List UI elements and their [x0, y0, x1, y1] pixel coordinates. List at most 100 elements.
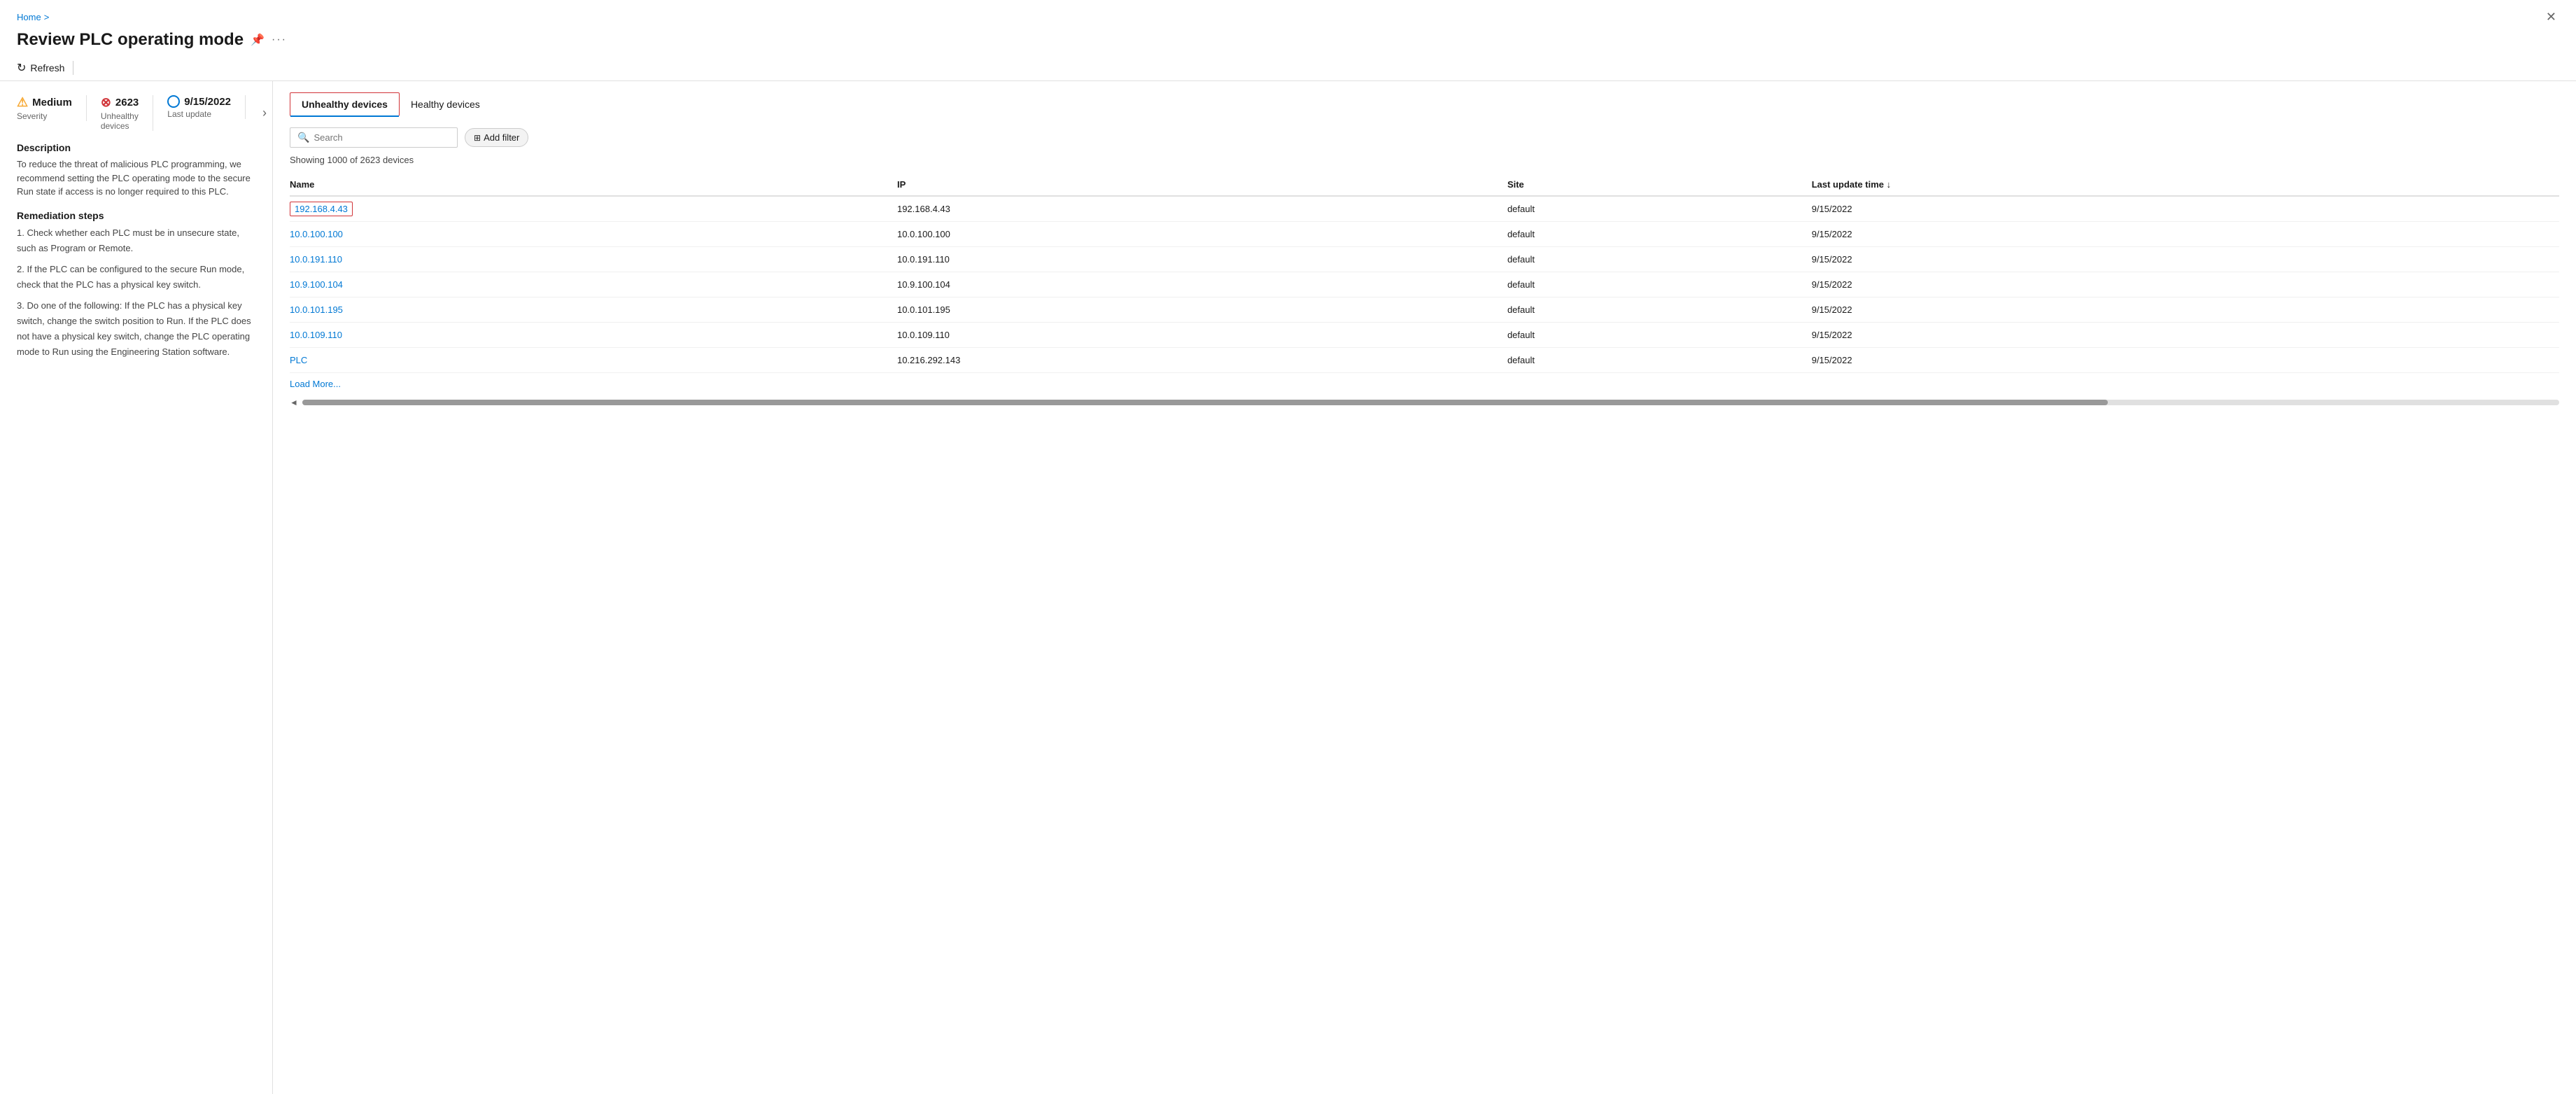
- last-update-item: 9/15/2022 Last update: [167, 95, 246, 119]
- device-name-link[interactable]: 10.0.101.195: [290, 304, 343, 315]
- left-panel: ⚠ Medium Severity ⊗ 2623 Unhealthy devic…: [0, 81, 273, 1094]
- device-name-link[interactable]: PLC: [290, 355, 307, 365]
- tab-unhealthy[interactable]: Unhealthy devices: [290, 92, 400, 116]
- more-icon[interactable]: ···: [272, 34, 287, 46]
- col-header-ip: IP: [897, 174, 1507, 196]
- device-name-link[interactable]: 192.168.4.43: [290, 202, 353, 216]
- severity-item: ⚠ Medium Severity: [17, 95, 87, 121]
- close-button[interactable]: ✕: [2543, 7, 2559, 27]
- load-more-link[interactable]: Load More...: [290, 379, 2559, 389]
- table-row: PLC 10.216.292.143default9/15/2022: [290, 348, 2559, 373]
- last-update-date: 9/15/2022: [184, 96, 231, 108]
- page-container: Home > ✕ Review PLC operating mode 📌 ···…: [0, 0, 2576, 1094]
- last-update-label: Last update: [167, 109, 231, 119]
- search-icon: 🔍: [297, 132, 309, 143]
- description-section: Description To reduce the threat of mali…: [17, 142, 255, 199]
- device-last-update: 9/15/2022: [1812, 348, 2559, 373]
- filter-icon: ⊞: [474, 133, 481, 143]
- device-ip: 10.0.191.110: [897, 247, 1507, 272]
- refresh-icon: ↻: [17, 61, 26, 75]
- breadcrumb: Home >: [17, 12, 49, 22]
- scroll-thumb: [302, 400, 2108, 405]
- device-last-update: 9/15/2022: [1812, 272, 2559, 297]
- devices-table: NameIPSiteLast update time ↓ 192.168.4.4…: [290, 174, 2559, 373]
- unhealthy-item: ⊗ 2623 Unhealthy devices: [101, 95, 153, 131]
- last-update-value: 9/15/2022: [167, 95, 231, 108]
- remediation-steps: 1. Check whether each PLC must be in uns…: [17, 225, 255, 360]
- remediation-section: Remediation steps 1. Check whether each …: [17, 210, 255, 366]
- device-site: default: [1507, 247, 1812, 272]
- scroll-area: NameIPSiteLast update time ↓ 192.168.4.4…: [290, 174, 2559, 407]
- search-input[interactable]: [314, 132, 450, 143]
- device-site: default: [1507, 272, 1812, 297]
- device-ip: 10.0.100.100: [897, 222, 1507, 247]
- tab-healthy[interactable]: Healthy devices: [400, 92, 491, 116]
- table-row: 192.168.4.43192.168.4.43default9/15/2022: [290, 196, 2559, 222]
- tabs-container: Unhealthy devicesHealthy devices: [290, 92, 2559, 116]
- top-bar: Home > ✕: [0, 0, 2576, 27]
- table-row: 10.9.100.10410.9.100.104default9/15/2022: [290, 272, 2559, 297]
- device-site: default: [1507, 348, 1812, 373]
- device-last-update: 9/15/2022: [1812, 323, 2559, 348]
- table-row: 10.0.101.19510.0.101.195default9/15/2022: [290, 297, 2559, 323]
- remediation-title: Remediation steps: [17, 210, 255, 221]
- main-content: ⚠ Medium Severity ⊗ 2623 Unhealthy devic…: [0, 81, 2576, 1094]
- search-box: 🔍: [290, 127, 458, 148]
- clock-icon: [167, 95, 180, 108]
- remediation-step: 1. Check whether each PLC must be in uns…: [17, 225, 255, 256]
- col-header-name: Name: [290, 174, 897, 196]
- device-name-link[interactable]: 10.0.191.110: [290, 254, 342, 265]
- device-ip: 10.0.101.195: [897, 297, 1507, 323]
- severity-value: ⚠ Medium: [17, 95, 72, 110]
- refresh-button[interactable]: ↻ Refresh: [17, 61, 64, 75]
- refresh-label: Refresh: [30, 62, 64, 73]
- device-ip: 192.168.4.43: [897, 196, 1507, 222]
- device-site: default: [1507, 196, 1812, 222]
- error-icon: ⊗: [101, 95, 111, 110]
- toolbar: ↻ Refresh: [0, 55, 2576, 81]
- breadcrumb-home[interactable]: Home: [17, 12, 41, 22]
- device-name-link[interactable]: 10.0.100.100: [290, 229, 343, 239]
- scroll-left-arrow[interactable]: ◄: [290, 398, 298, 407]
- search-row: 🔍 ⊞ Add filter: [290, 127, 2559, 148]
- col-header-site: Site: [1507, 174, 1812, 196]
- title-row: Review PLC operating mode 📌 ···: [0, 27, 2576, 55]
- device-last-update: 9/15/2022: [1812, 247, 2559, 272]
- remediation-step: 2. If the PLC can be configured to the s…: [17, 262, 255, 293]
- device-site: default: [1507, 222, 1812, 247]
- device-ip: 10.216.292.143: [897, 348, 1507, 373]
- breadcrumb-sep: >: [44, 12, 50, 22]
- severity-row: ⚠ Medium Severity ⊗ 2623 Unhealthy devic…: [17, 95, 255, 131]
- remediation-step: 3. Do one of the following: If the PLC h…: [17, 298, 255, 360]
- device-name-link[interactable]: 10.0.109.110: [290, 330, 342, 340]
- nav-arrow-icon[interactable]: ›: [262, 106, 267, 120]
- device-ip: 10.9.100.104: [897, 272, 1507, 297]
- description-text: To reduce the threat of malicious PLC pr…: [17, 157, 255, 199]
- scroll-track[interactable]: [302, 400, 2559, 405]
- warning-icon: ⚠: [17, 95, 28, 110]
- table-row: 10.0.109.11010.0.109.110default9/15/2022: [290, 323, 2559, 348]
- device-last-update: 9/15/2022: [1812, 196, 2559, 222]
- device-site: default: [1507, 297, 1812, 323]
- severity-label: Severity: [17, 111, 72, 121]
- severity-text: Medium: [32, 97, 72, 108]
- unhealthy-count: 2623: [115, 97, 139, 108]
- device-site: default: [1507, 323, 1812, 348]
- device-last-update: 9/15/2022: [1812, 222, 2559, 247]
- add-filter-label: Add filter: [484, 132, 519, 143]
- unhealthy-value: ⊗ 2623: [101, 95, 139, 110]
- pin-icon[interactable]: 📌: [251, 33, 265, 47]
- horizontal-scroll: ◄: [290, 398, 2559, 407]
- unhealthy-label: Unhealthy devices: [101, 111, 139, 131]
- right-panel: Unhealthy devicesHealthy devices 🔍 ⊞ Add…: [273, 81, 2576, 1094]
- description-title: Description: [17, 142, 255, 153]
- device-ip: 10.0.109.110: [897, 323, 1507, 348]
- add-filter-button[interactable]: ⊞ Add filter: [465, 128, 528, 147]
- table-row: 10.0.100.10010.0.100.100default9/15/2022: [290, 222, 2559, 247]
- device-last-update: 9/15/2022: [1812, 297, 2559, 323]
- col-header-last_update[interactable]: Last update time ↓: [1812, 174, 2559, 196]
- page-title: Review PLC operating mode: [17, 30, 244, 50]
- device-name-link[interactable]: 10.9.100.104: [290, 279, 343, 290]
- showing-count: Showing 1000 of 2623 devices: [290, 155, 2559, 165]
- table-row: 10.0.191.11010.0.191.110default9/15/2022: [290, 247, 2559, 272]
